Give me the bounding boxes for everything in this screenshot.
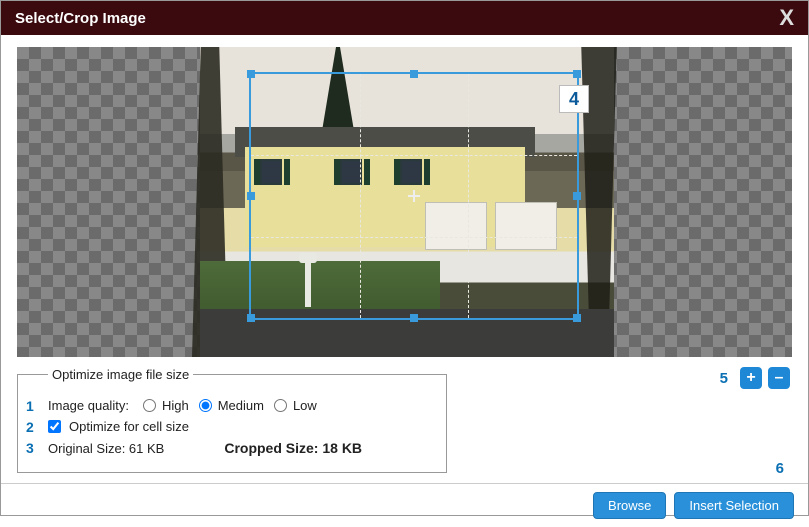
crop-handle-ne[interactable] <box>573 70 581 78</box>
quality-high-label: High <box>162 398 189 413</box>
callout-2: 2 <box>26 419 34 435</box>
image-preview-area[interactable]: 4 <box>17 47 792 357</box>
close-icon[interactable]: X <box>779 7 794 29</box>
crop-handle-se[interactable] <box>573 314 581 322</box>
crop-handle-nw[interactable] <box>247 70 255 78</box>
dialog-title: Select/Crop Image <box>15 10 146 27</box>
crop-handle-sw[interactable] <box>247 314 255 322</box>
callout-3: 3 <box>26 440 34 456</box>
quality-high-radio[interactable] <box>143 399 156 412</box>
quality-low-radio[interactable] <box>274 399 287 412</box>
zoom-in-button[interactable]: + <box>740 367 762 389</box>
quality-label: Image quality: <box>48 398 129 413</box>
crop-handle-e[interactable] <box>573 192 581 200</box>
crop-handle-n[interactable] <box>410 70 418 78</box>
zoom-out-button[interactable]: – <box>768 367 790 389</box>
quality-low-label: Low <box>293 398 317 413</box>
optimize-fieldset: Optimize image file size 1 Image quality… <box>17 367 447 473</box>
crop-handle-w[interactable] <box>247 192 255 200</box>
crop-center-icon <box>408 190 420 202</box>
callout-1: 1 <box>26 398 34 414</box>
titlebar: Select/Crop Image X <box>1 1 808 35</box>
right-controls: 5 + – 6 <box>467 367 792 473</box>
quality-medium-radio[interactable] <box>199 399 212 412</box>
cropped-size-text: Cropped Size: 18 KB <box>224 440 362 456</box>
select-crop-dialog: Select/Crop Image X <box>0 0 809 516</box>
callout-6: 6 <box>776 460 784 477</box>
original-size-text: Original Size: 61 KB <box>48 441 164 456</box>
insert-selection-button[interactable]: Insert Selection <box>674 492 794 519</box>
quality-row: 1 Image quality: High Medium Low <box>48 398 434 413</box>
optimize-cell-label: Optimize for cell size <box>69 419 189 434</box>
crop-handle-s[interactable] <box>410 314 418 322</box>
size-row: 3 Original Size: 61 KB Cropped Size: 18 … <box>48 440 434 456</box>
callout-4: 4 <box>559 85 589 113</box>
dialog-content: 4 Optimize image file size 1 Image quali… <box>1 35 808 483</box>
cell-size-row: 2 Optimize for cell size <box>48 419 434 434</box>
dialog-footer: Browse Insert Selection <box>1 483 808 527</box>
quality-medium-label: Medium <box>218 398 264 413</box>
crop-selection-box[interactable] <box>249 72 579 320</box>
browse-button[interactable]: Browse <box>593 492 666 519</box>
optimize-cell-checkbox[interactable] <box>48 420 61 433</box>
callout-5: 5 <box>720 370 728 387</box>
optimize-legend: Optimize image file size <box>48 367 193 382</box>
